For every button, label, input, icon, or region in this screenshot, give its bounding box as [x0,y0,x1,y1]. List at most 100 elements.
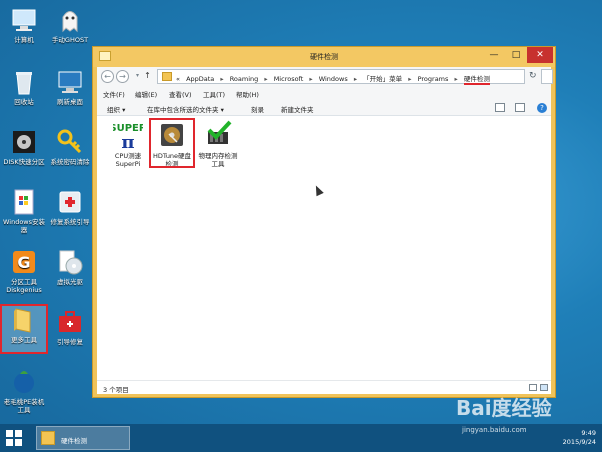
breadcrumb-roaming[interactable]: Roaming [230,75,259,83]
computer-icon [10,6,38,34]
desktop-icon-repair-boot[interactable]: 修复系统引导 [48,188,92,226]
organize-button[interactable]: 组织 ▾ [107,104,125,114]
desktop-icon-boot-repair[interactable]: 引导修复 [48,308,92,346]
hard-disk-icon [157,120,187,150]
address-bar[interactable]: « AppData ▸ Roaming ▸ Microsoft ▸ Window… [157,69,525,85]
recycle-bin-icon [10,68,38,96]
burn-button[interactable]: 刻录 [251,104,264,114]
ghost-icon [56,6,84,34]
address-row: ← → ▾ ↑ « AppData ▸ Roaming ▸ Microsoft … [97,67,553,87]
item-count: 3 个项目 [103,386,129,394]
system-clock[interactable]: 9:49 2015/9/24 [563,429,596,447]
desktop: 计算机 回收站 DISK快速分区 Windows安装器 G 分区工具Diskge… [0,0,602,424]
file-label: HDTune硬盘检测 [152,152,192,168]
diskgenius-icon: G [10,248,38,276]
maximize-button[interactable]: □ [505,47,527,63]
desktop-icon-label: 刷新桌面 [57,98,83,106]
desktop-icon-label: 分区工具Diskgenius [6,278,42,294]
file-item-memtest[interactable]: 物理内存检测工具 [197,120,239,168]
breadcrumb: « AppData ▸ Roaming ▸ Microsoft ▸ Window… [176,73,494,85]
include-in-library-button[interactable]: 在库中包含所选的文件夹 ▾ [147,104,224,114]
start-button[interactable] [6,430,22,446]
desktop-icon-disk-partition[interactable]: DISK快速分区 [2,128,46,166]
breadcrumb-programs[interactable]: Programs [418,75,449,83]
folder-icon [162,72,172,81]
breadcrumb-separator[interactable]: ▸ [408,75,411,83]
key-icon [56,128,84,156]
breadcrumb-overflow[interactable]: « [176,75,180,83]
breadcrumb-windows[interactable]: Windows [319,75,348,83]
clock-time: 9:49 [581,429,596,437]
search-input[interactable] [541,69,553,84]
desktop-icon-label: 老毛桃PE装机工具 [3,398,45,414]
menu-help[interactable]: 帮助(H) [236,89,259,99]
desktop-icon-refresh-desktop[interactable]: 刷新桌面 [48,68,92,106]
close-button[interactable]: ✕ [527,47,553,63]
desktop-icon-virtual-drive[interactable]: 虚拟光驱 [48,248,92,286]
desktop-icon-label: 修复系统引导 [50,218,90,226]
superpi-pi-symbol: π [121,132,134,150]
file-item-superpi[interactable]: SUPER π CPU测速SuperPi [107,120,149,168]
title-bar[interactable]: 硬件检测 — □ ✕ [93,47,555,67]
breadcrumb-separator[interactable]: ▸ [454,75,457,83]
menu-file[interactable]: 文件(F) [103,89,125,99]
explorer-window: 硬件检测 — □ ✕ ← → ▾ ↑ « AppData ▸ Roaming ▸… [92,46,556,398]
desktop-icon-ghost[interactable]: 手动GHOST [48,6,92,44]
command-bar: 组织 ▾ 在库中包含所选的文件夹 ▾ 刻录 新建文件夹 ? [97,100,551,116]
breadcrumb-separator[interactable]: ▸ [264,75,267,83]
breadcrumb-separator[interactable]: ▸ [220,75,223,83]
file-item-hdtune[interactable]: HDTune硬盘检测 [149,118,195,168]
breadcrumb-microsoft[interactable]: Microsoft [274,75,304,83]
pe-installer-icon [10,368,38,396]
superpi-icon: SUPER π [109,120,146,153]
virtual-drive-icon [56,248,84,276]
desktop-icon-label: 手动GHOST [51,36,89,44]
forward-button[interactable]: → [116,70,129,83]
help-icon[interactable]: ? [537,103,547,113]
breadcrumb-start-menu[interactable]: 「开始」菜单 [363,75,402,83]
desktop-icon-pe-installer[interactable]: 老毛桃PE装机工具 [2,368,46,414]
desktop-icon-more-tools[interactable]: 更多工具 [0,304,48,354]
large-icons-view-icon[interactable] [540,384,548,391]
file-label: CPU测速SuperPi [114,152,142,168]
breadcrumb-separator[interactable]: ▸ [354,75,357,83]
menu-view[interactable]: 查看(V) [169,89,192,99]
folder-icon [41,431,55,445]
desktop-icon-label: DISK快速分区 [3,158,45,166]
desktop-icon-recycle-bin[interactable]: 回收站 [2,68,46,106]
memory-check-icon [203,120,233,150]
preview-pane-icon[interactable] [515,103,525,112]
desktop-icon-label: 回收站 [14,98,34,106]
view-options-icon[interactable] [495,103,505,112]
desktop-icon-diskgenius[interactable]: G 分区工具Diskgenius [2,248,46,294]
up-button[interactable]: ↑ [141,70,154,83]
desktop-icon-computer[interactable]: 计算机 [2,6,46,44]
menu-bar: 文件(F) 编辑(E) 查看(V) 工具(T) 帮助(H) [97,87,551,100]
desktop-icon-label: 引导修复 [57,338,83,346]
mouse-cursor-icon [312,183,324,197]
desktop-icon-label: 计算机 [14,36,34,44]
taskbar: 硬件检测 jingyan.baidu.com 9:49 2015/9/24 [0,424,602,452]
desktop-icon-label: 虚拟光驱 [57,278,83,286]
clock-date: 2015/9/24 [562,438,596,446]
breadcrumb-separator[interactable]: ▸ [309,75,312,83]
taskbar-item-explorer[interactable]: 硬件检测 [36,426,130,450]
details-view-icon[interactable] [529,384,537,391]
menu-edit[interactable]: 编辑(E) [135,89,157,99]
breadcrumb-current[interactable]: 硬件检测 [463,75,490,85]
file-label: 物理内存检测工具 [198,152,238,168]
minimize-button[interactable]: — [483,47,505,63]
back-button[interactable]: ← [101,70,114,83]
taskbar-item-label: 硬件检测 [61,437,87,445]
repair-icon [56,188,84,216]
watermark-logo: Bai度经验 [456,396,552,420]
menu-tools[interactable]: 工具(T) [203,89,225,99]
breadcrumb-appdata[interactable]: AppData [186,75,214,83]
desktop-icon-password-clear[interactable]: 系统密码清除 [48,128,92,166]
svg-text:G: G [17,253,30,272]
desktop-icon-windows-installer[interactable]: Windows安装器 [2,188,46,234]
refresh-button[interactable]: ↻ [529,70,539,82]
watermark-url: jingyan.baidu.com [462,426,527,434]
file-list[interactable]: SUPER π CPU测速SuperPi HDTune硬盘检测 物理内存检测工具 [97,116,551,380]
new-folder-button[interactable]: 新建文件夹 [281,104,314,114]
